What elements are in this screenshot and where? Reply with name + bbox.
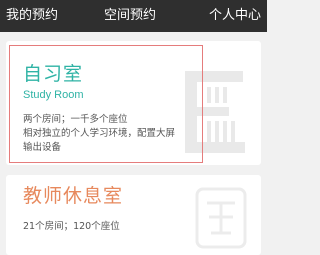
page-title: 空间预约 [104, 8, 157, 23]
tab-personal-center[interactable]: 个人中心 [209, 0, 261, 32]
room-title: 自习室 [23, 63, 84, 85]
tab-my-reservations[interactable]: 我的预约 [6, 0, 58, 32]
room-description-line: 两个房间；一千多个座位 [23, 114, 128, 125]
room-description-line: 21个房间；120个座位 [23, 221, 120, 232]
room-title: 教师休息室 [23, 185, 124, 207]
letter-e-watermark-icon [185, 71, 245, 153]
room-subtitle: Study Room [23, 89, 84, 101]
top-navigation-bar: 我的预约 空间预约 个人中心 [0, 0, 267, 32]
room-card-teacher-lounge[interactable]: 教师休息室 21个房间；120个座位 [6, 175, 261, 255]
room-description: 21个房间；120个座位 [23, 220, 120, 234]
seal-watermark-icon [195, 187, 247, 249]
room-description: 两个房间；一千多个座位 相对独立的个人学习环境，配置大屏 输出设备 [23, 113, 175, 155]
room-description-line: 相对独立的个人学习环境，配置大屏 [23, 128, 176, 139]
room-description-line: 输出设备 [23, 142, 62, 153]
room-card-study-room[interactable]: 自习室 Study Room 两个房间；一千多个座位 相对独立的个人学习环境，配… [6, 41, 261, 165]
